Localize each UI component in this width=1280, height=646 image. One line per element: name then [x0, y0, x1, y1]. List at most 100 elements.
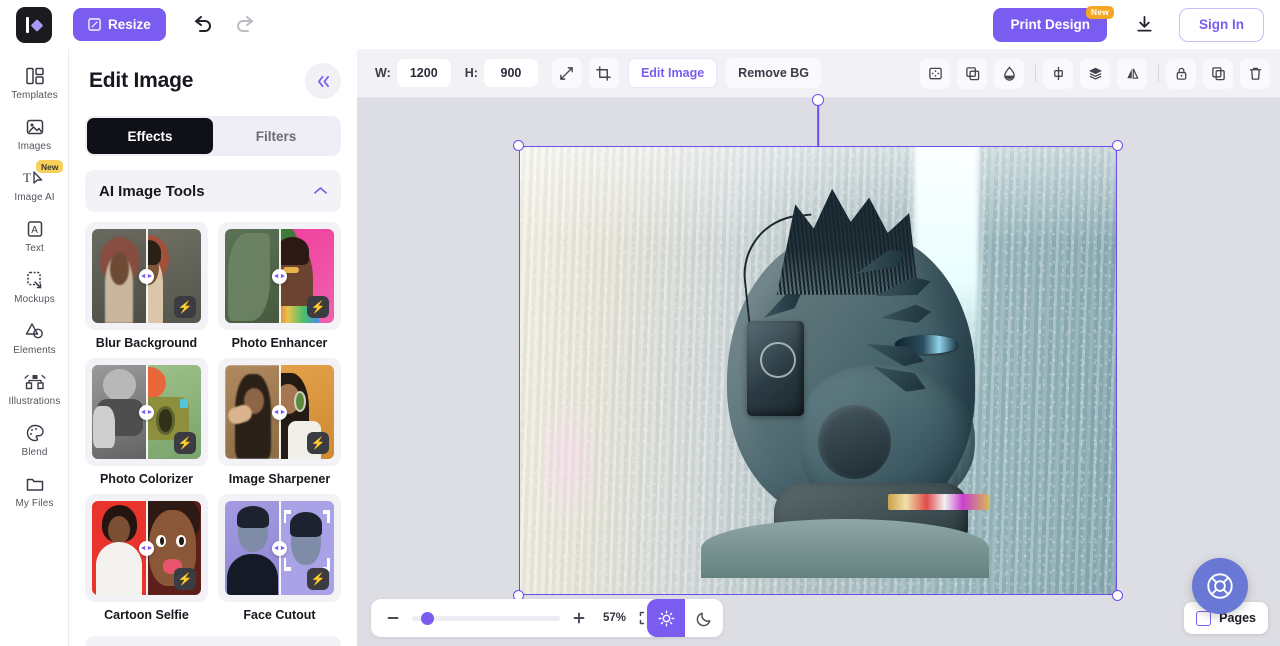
blend-palette-icon: [25, 422, 45, 444]
layers-button[interactable]: [1080, 59, 1110, 89]
selected-image-object[interactable]: [519, 146, 1117, 595]
resize-icon: [88, 18, 101, 31]
copy-button[interactable]: [1203, 59, 1233, 89]
tool-card-photo-colorizer[interactable]: ◄► ⚡ Photo Colorizer: [85, 358, 208, 486]
resize-handle-top-right[interactable]: [1112, 140, 1123, 151]
tool-card-face-cutout[interactable]: ◄► ⚡ Face Cutout: [218, 494, 341, 622]
align-vertical-center-button[interactable]: [1043, 59, 1073, 89]
remove-bg-button[interactable]: Remove BG: [726, 58, 821, 88]
bolt-icon: ⚡: [174, 568, 196, 590]
rotation-handle[interactable]: [812, 94, 824, 106]
before-after-handle[interactable]: ◄►: [139, 269, 154, 284]
before-after-handle[interactable]: ◄►: [272, 269, 287, 284]
character-collar-lights: [888, 494, 988, 511]
download-button[interactable]: [1125, 6, 1163, 44]
copy-icon: [1211, 66, 1226, 81]
duplicate-shape-button[interactable]: [957, 59, 987, 89]
tool-card-blur-background[interactable]: ◄► ⚡ Blur Background: [85, 222, 208, 350]
zoom-percent-label: 57%: [603, 612, 626, 624]
zoom-slider-knob[interactable]: [421, 612, 434, 625]
tab-effects[interactable]: Effects: [87, 118, 213, 154]
panel-header: Edit Image: [69, 49, 357, 113]
delete-button[interactable]: [1240, 59, 1270, 89]
tab-filters[interactable]: Filters: [213, 118, 339, 154]
zoom-out-button[interactable]: [381, 606, 405, 630]
character-ear-disc: [818, 405, 892, 479]
sidebar-item-blend[interactable]: Blend: [0, 414, 69, 465]
delete-trash-icon: [1248, 66, 1263, 81]
print-design-new-badge: New: [1086, 6, 1114, 19]
zoom-in-button[interactable]: [567, 606, 591, 630]
resize-button[interactable]: Resize: [73, 8, 166, 41]
sidebar-label-image-ai: Image AI: [14, 192, 54, 203]
theme-toggle-group: [647, 599, 723, 637]
zoom-control-bar: 57%: [371, 599, 668, 637]
opacity-button[interactable]: [994, 59, 1024, 89]
sidebar-label-blend: Blend: [21, 447, 47, 458]
text-icon: A: [25, 218, 45, 240]
sidebar-item-mockups[interactable]: Mockups: [0, 261, 69, 312]
help-button[interactable]: [1192, 558, 1248, 614]
position-align-icon: [928, 66, 943, 81]
position-align-button[interactable]: [920, 59, 950, 89]
mockups-icon: [25, 269, 45, 291]
undo-button[interactable]: [186, 8, 220, 42]
left-rail: Templates Images New T Image AI: [0, 49, 69, 646]
before-after-handle[interactable]: ◄►: [139, 541, 154, 556]
canvas-artwork[interactable]: [519, 146, 1117, 595]
flip-horizontal-button[interactable]: [1117, 59, 1147, 89]
tool-card-photo-enhancer[interactable]: ◄► ⚡ Photo Enhancer: [218, 222, 341, 350]
character-shoulder: [701, 519, 989, 578]
sidebar-label-illustrations: Illustrations: [9, 396, 61, 407]
before-after-handle[interactable]: ◄►: [272, 405, 287, 420]
light-theme-button[interactable]: [647, 599, 685, 637]
scale-button[interactable]: [552, 58, 582, 88]
tool-thumbnail: ◄► ⚡: [92, 365, 201, 459]
section-basic-adjustment[interactable]: Basic Adjustment: [85, 636, 341, 646]
dark-theme-button[interactable]: [685, 599, 723, 637]
app-logo[interactable]: [16, 7, 52, 43]
section-ai-image-tools[interactable]: AI Image Tools: [85, 170, 341, 212]
panel-scroll-region[interactable]: AI Image Tools: [69, 156, 357, 646]
tool-thumb-wrap: ◄► ⚡: [85, 222, 208, 330]
lock-button[interactable]: [1166, 59, 1196, 89]
width-label: W:: [375, 66, 391, 80]
edit-image-button[interactable]: Edit Image: [628, 58, 717, 88]
panel-collapse-button[interactable]: [305, 63, 341, 99]
sidebar-item-my-files[interactable]: My Files: [0, 465, 69, 516]
opacity-drop-icon: [1002, 66, 1017, 81]
tool-card-image-sharpener[interactable]: ◄► ⚡ Image Sharpener: [218, 358, 341, 486]
illustrations-icon: [24, 371, 46, 393]
tool-label: Cartoon Selfie: [85, 608, 208, 622]
sidebar-item-elements[interactable]: Elements: [0, 312, 69, 363]
resize-handle-top-left[interactable]: [513, 140, 524, 151]
tool-label: Face Cutout: [218, 608, 341, 622]
sidebar-item-text[interactable]: A Text: [0, 210, 69, 261]
redo-button[interactable]: [228, 8, 262, 42]
zoom-slider[interactable]: [412, 616, 560, 621]
tool-label: Blur Background: [85, 336, 208, 350]
app-root: Resize Print Design New: [0, 0, 1280, 646]
sidebar-item-templates[interactable]: Templates: [0, 57, 69, 108]
tool-card-cartoon-selfie[interactable]: ◄► ⚡ Cartoon Selfie: [85, 494, 208, 622]
height-input[interactable]: [484, 59, 538, 87]
bolt-icon: ⚡: [174, 296, 196, 318]
before-after-handle[interactable]: ◄►: [139, 405, 154, 420]
duplicate-shape-icon: [965, 66, 980, 81]
double-chevron-left-icon: [316, 75, 331, 88]
resize-handle-bottom-right[interactable]: [1112, 590, 1123, 601]
pixelied-logo-icon: [23, 14, 45, 36]
tool-label: Photo Enhancer: [218, 336, 341, 350]
crop-button[interactable]: [589, 58, 619, 88]
artwork-pink-glow: [531, 393, 603, 528]
edit-image-panel: Edit Image Effects Filters AI Image Tool…: [69, 49, 357, 646]
sidebar-item-images[interactable]: Images: [0, 108, 69, 159]
sign-in-button[interactable]: Sign In: [1179, 8, 1264, 42]
toolbar-divider: [1035, 65, 1036, 82]
sidebar-item-illustrations[interactable]: Illustrations: [0, 363, 69, 414]
sidebar-item-image-ai[interactable]: New T Image AI: [0, 159, 69, 210]
width-input[interactable]: [397, 59, 451, 87]
bolt-icon: ⚡: [174, 432, 196, 454]
download-icon: [1136, 16, 1153, 33]
before-after-handle[interactable]: ◄►: [272, 541, 287, 556]
